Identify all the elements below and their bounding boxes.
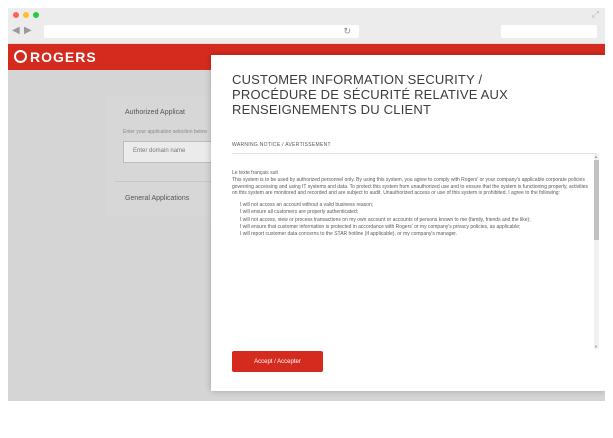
browser-search-box[interactable] <box>501 25 597 38</box>
rogers-logo[interactable]: ROGERS <box>14 49 97 65</box>
list-item: I will not access, view or process trans… <box>240 217 590 223</box>
list-item: I will ensure that customer information … <box>240 224 590 230</box>
french-text-notice: Le texte français suit <box>232 170 278 176</box>
card-subtitle: Enter your application selection below <box>123 129 207 135</box>
warning-label: WARNING NOTICE / AVERTISSEMENT <box>232 142 331 148</box>
list-item: I will report customer data concerns to … <box>240 231 590 237</box>
modal-scrollbar[interactable]: ▲ ▼ <box>594 154 599 349</box>
close-window-button[interactable] <box>13 12 19 18</box>
address-bar[interactable]: ↻ <box>44 25 359 38</box>
list-item: I will ensure all customers are properly… <box>240 209 590 215</box>
browser-toolbar: ◀ ▶ ↻ <box>8 21 605 44</box>
reload-icon[interactable]: ↻ <box>343 25 351 38</box>
list-item: I will not access an account without a v… <box>240 202 590 208</box>
scroll-up-icon[interactable]: ▲ <box>594 154 598 159</box>
rogers-logo-icon <box>14 50 27 63</box>
modal-title: CUSTOMER INFORMATION SECURITY / PROCÉDUR… <box>232 72 509 117</box>
security-notice-modal: CUSTOMER INFORMATION SECURITY / PROCÉDUR… <box>211 55 605 391</box>
scrollbar-thumb[interactable] <box>594 160 599 240</box>
maximize-window-button[interactable] <box>33 12 39 18</box>
general-applications-link[interactable]: General Applications <box>125 195 189 202</box>
browser-window: ⤢ ◀ ▶ ↻ ROGERS Authorized Applicat Enter… <box>8 8 605 401</box>
intro-paragraph: This system is to be used by authorized … <box>232 177 589 196</box>
card-title: Authorized Applicat <box>125 109 185 116</box>
agreement-list: I will not access an account without a v… <box>232 202 590 237</box>
expand-icon[interactable]: ⤢ <box>592 9 599 20</box>
domain-input-placeholder: Enter domain name <box>133 148 186 154</box>
minimize-window-button[interactable] <box>23 12 29 18</box>
accept-button[interactable]: Accept / Accepter <box>232 351 323 372</box>
forward-button[interactable]: ▶ <box>24 25 32 37</box>
back-button[interactable]: ◀ <box>12 25 20 37</box>
scroll-down-icon[interactable]: ▼ <box>594 344 598 349</box>
modal-divider <box>232 153 597 154</box>
title-bar: ⤢ <box>8 8 605 21</box>
logo-text: ROGERS <box>30 49 97 65</box>
modal-body[interactable]: Le texte français suit This system is to… <box>232 170 590 348</box>
